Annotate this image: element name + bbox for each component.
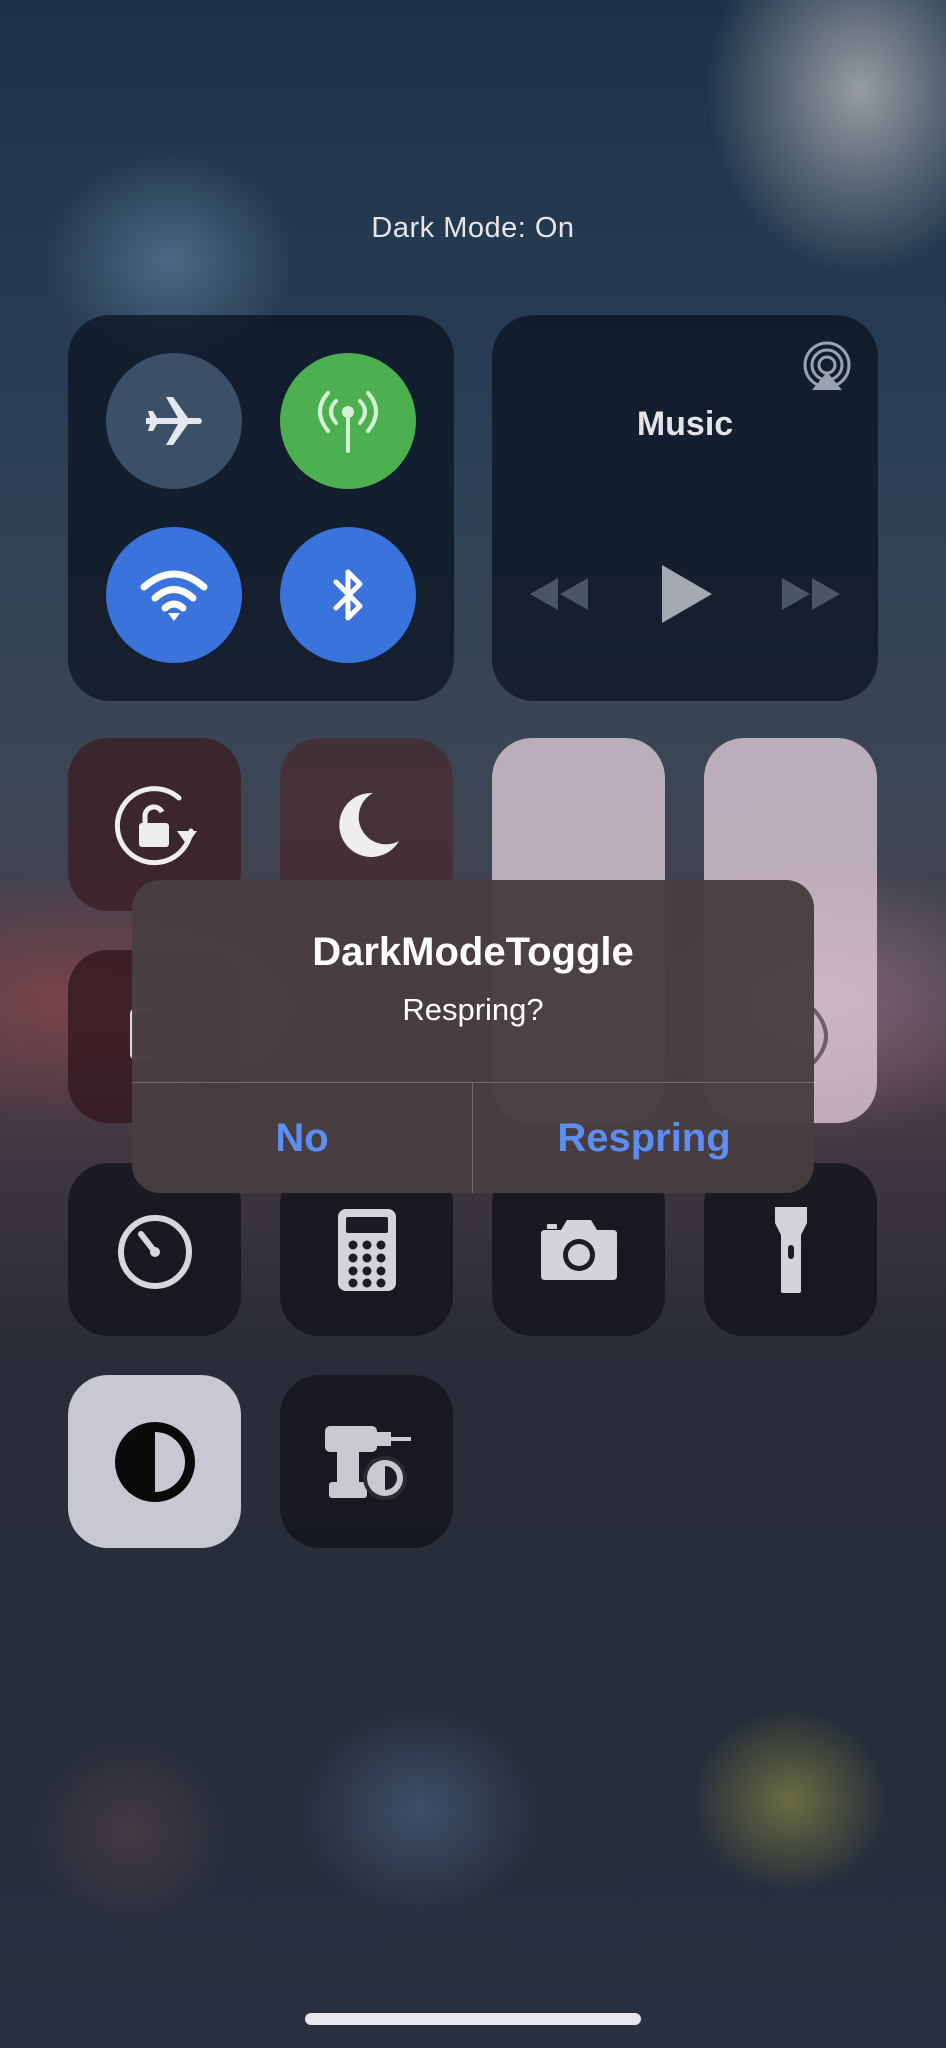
- dark-mode-toggle[interactable]: [68, 1375, 241, 1548]
- airplane-mode-toggle[interactable]: [106, 353, 242, 489]
- drill-tool-button[interactable]: [280, 1375, 453, 1548]
- airplay-icon[interactable]: [800, 340, 854, 394]
- bluetooth-toggle[interactable]: [280, 527, 416, 663]
- no-button[interactable]: No: [132, 1083, 472, 1193]
- airplane-icon: [146, 397, 202, 445]
- alert-button-divider: [472, 1082, 473, 1193]
- wifi-toggle[interactable]: [106, 527, 242, 663]
- music-title: Music: [636, 405, 734, 443]
- cellular-antenna-icon: [318, 391, 378, 453]
- alert-message: Respring?: [402, 992, 544, 1027]
- speaker-icon: [812, 1008, 828, 1064]
- respring-button[interactable]: Respring: [474, 1083, 814, 1193]
- invert-colors-icon: [114, 1421, 195, 1502]
- alert-title: DarkModeToggle: [312, 930, 634, 974]
- cellular-data-toggle[interactable]: [280, 353, 416, 489]
- next-track-icon[interactable]: [780, 574, 842, 614]
- flashlight-icon: [774, 1206, 807, 1293]
- moon-icon: [338, 792, 399, 857]
- drill-tool-icon: [324, 1425, 411, 1500]
- home-indicator[interactable]: [305, 2013, 641, 2025]
- wifi-icon: [140, 570, 208, 621]
- timer-icon: [117, 1214, 192, 1289]
- camera-icon: [540, 1219, 617, 1280]
- previous-track-icon[interactable]: [528, 574, 590, 614]
- dark-mode-status: Dark Mode: On: [371, 212, 575, 244]
- play-icon[interactable]: [658, 563, 714, 625]
- respring-alert-dialog: DarkModeToggle Respring? No Respring: [132, 880, 814, 1193]
- connectivity-module: [68, 315, 454, 701]
- calculator-icon: [337, 1208, 396, 1291]
- bluetooth-icon: [333, 569, 363, 621]
- rotation-lock-icon: [114, 785, 197, 865]
